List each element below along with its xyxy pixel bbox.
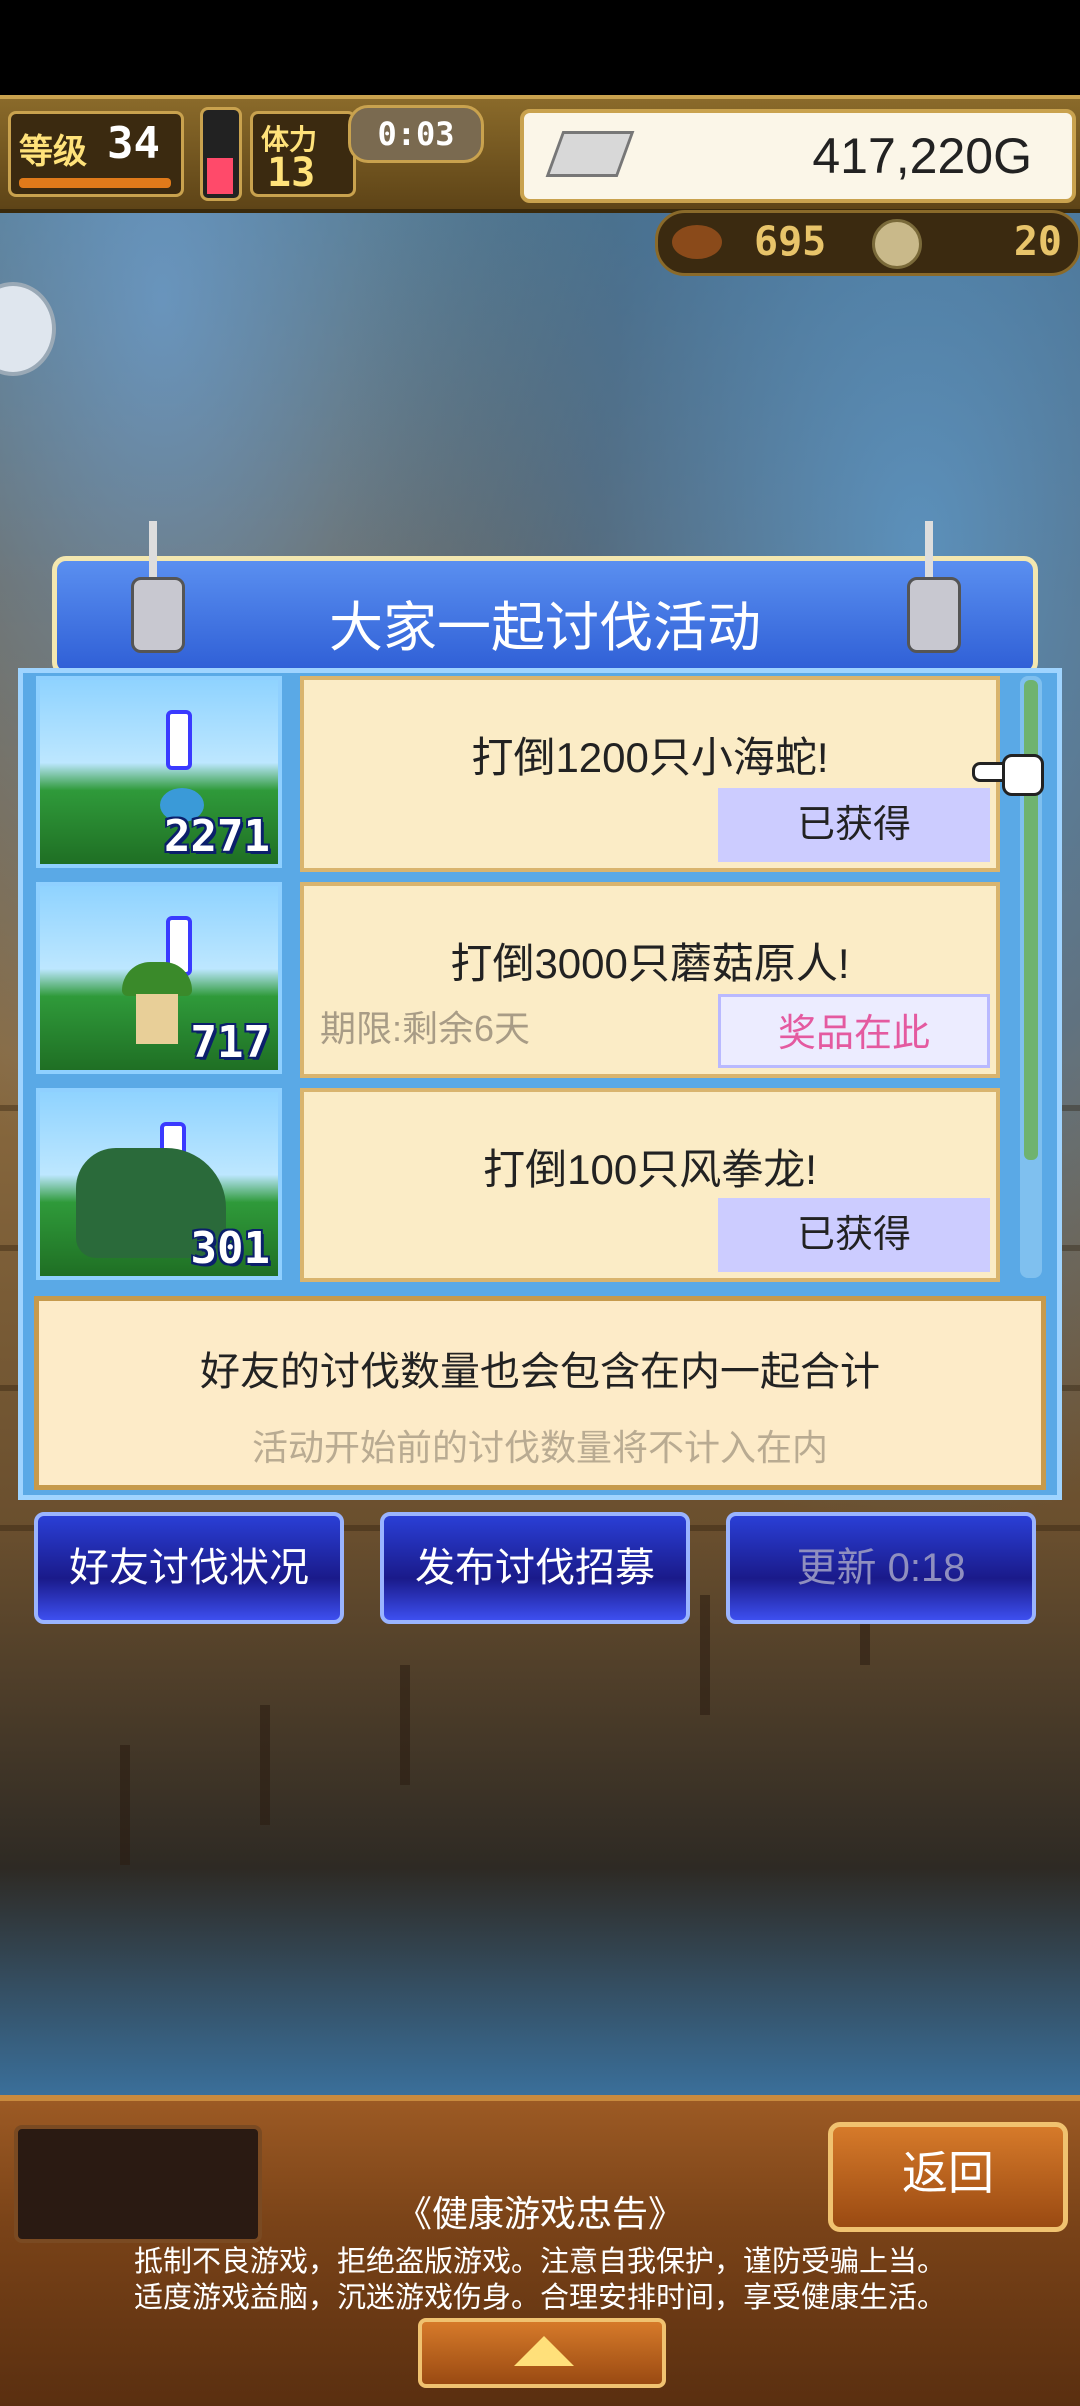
level-label: 等级 (19, 132, 87, 172)
quest-title: 打倒3000只蘑菇原人! (450, 940, 850, 987)
gold-amount: 417,220G (812, 128, 1032, 184)
claim-prize-button[interactable]: 奖品在此 (718, 994, 990, 1068)
note-line-secondary: 活动开始前的讨伐数量将不计入在内 (251, 1427, 828, 1468)
quest-title: 打倒1200只小海蛇! (471, 734, 829, 781)
quest-kill-count: 717 (190, 1017, 270, 1068)
expand-menu-button[interactable] (418, 2318, 666, 2388)
top-hud: 等级 34 体力 13 0:03 417,220G (0, 95, 1080, 213)
info-note-box: 好友的讨伐数量也会包含在内一起合计 活动开始前的讨伐数量将不计入在内 (34, 1296, 1046, 1490)
quest-title: 打倒100只风拳龙! (483, 1146, 817, 1193)
post-recruit-button[interactable]: 发布讨伐招募 (380, 1512, 690, 1624)
medal-count: 20 (1013, 219, 1062, 265)
level-panel: 等级 34 (8, 111, 184, 197)
silver-ingot-icon (545, 131, 635, 177)
health-notice-title: 《健康游戏忠告》 (395, 2193, 684, 2234)
arrow-up-icon (514, 2336, 574, 2366)
railing-post (120, 1745, 130, 1865)
meat-icon (672, 225, 722, 259)
stamina-value: 13 (267, 150, 316, 196)
stamina-panel: 体力 13 (250, 111, 356, 197)
claimed-badge: 已获得 (718, 1198, 990, 1272)
friends-status-button[interactable]: 好友讨伐状况 (34, 1512, 344, 1624)
railing-post (700, 1595, 710, 1715)
mushroom-man-body (136, 994, 178, 1044)
quest-deadline: 期限:剩余6天 (320, 1008, 531, 1049)
railing-post (260, 1705, 270, 1825)
quest-thumb-sea-serpent: 2271 (36, 676, 282, 868)
level-value: 34 (107, 118, 160, 169)
quest-kill-count: 301 (190, 1223, 270, 1274)
timer-display: 0:03 (348, 105, 484, 163)
meat-count: 695 (754, 219, 827, 265)
stamina-gauge (200, 107, 242, 201)
quest-kill-count: 2271 (164, 811, 270, 862)
claimed-badge: 已获得 (718, 788, 990, 862)
pointer-hand-icon (972, 748, 1044, 796)
refresh-button[interactable]: 更新 0:18 (726, 1512, 1036, 1624)
stamina-gauge-fill (207, 158, 233, 194)
exclamation-icon (166, 710, 192, 770)
railing-post (400, 1665, 410, 1785)
quest-thumb-mushroom: 717 (36, 882, 282, 1074)
resource-bar: 695 20 (655, 210, 1080, 276)
medal-icon (872, 219, 922, 269)
health-notice-line-2: 适度游戏益脑，沉迷游戏伤身。合理安排时间，享受健康生活。 (133, 2282, 946, 2314)
quest-card[interactable]: 打倒3000只蘑菇原人! 期限:剩余6天 奖品在此 (300, 882, 1000, 1078)
dialog-header: 大家一起讨伐活动 (52, 521, 1038, 676)
quest-card[interactable]: 打倒1200只小海蛇! 已获得 (300, 676, 1000, 872)
quest-card[interactable]: 打倒100只风拳龙! 已获得 (300, 1088, 1000, 1282)
dialog-title: 大家一起讨伐活动 (329, 598, 761, 658)
quest-thumb-wind-fist-dragon: 301 (36, 1088, 282, 1280)
gold-panel: 417,220G (520, 109, 1076, 203)
level-exp-bar (19, 178, 171, 188)
note-line-primary: 好友的讨伐数量也会包含在内一起合计 (200, 1350, 880, 1394)
